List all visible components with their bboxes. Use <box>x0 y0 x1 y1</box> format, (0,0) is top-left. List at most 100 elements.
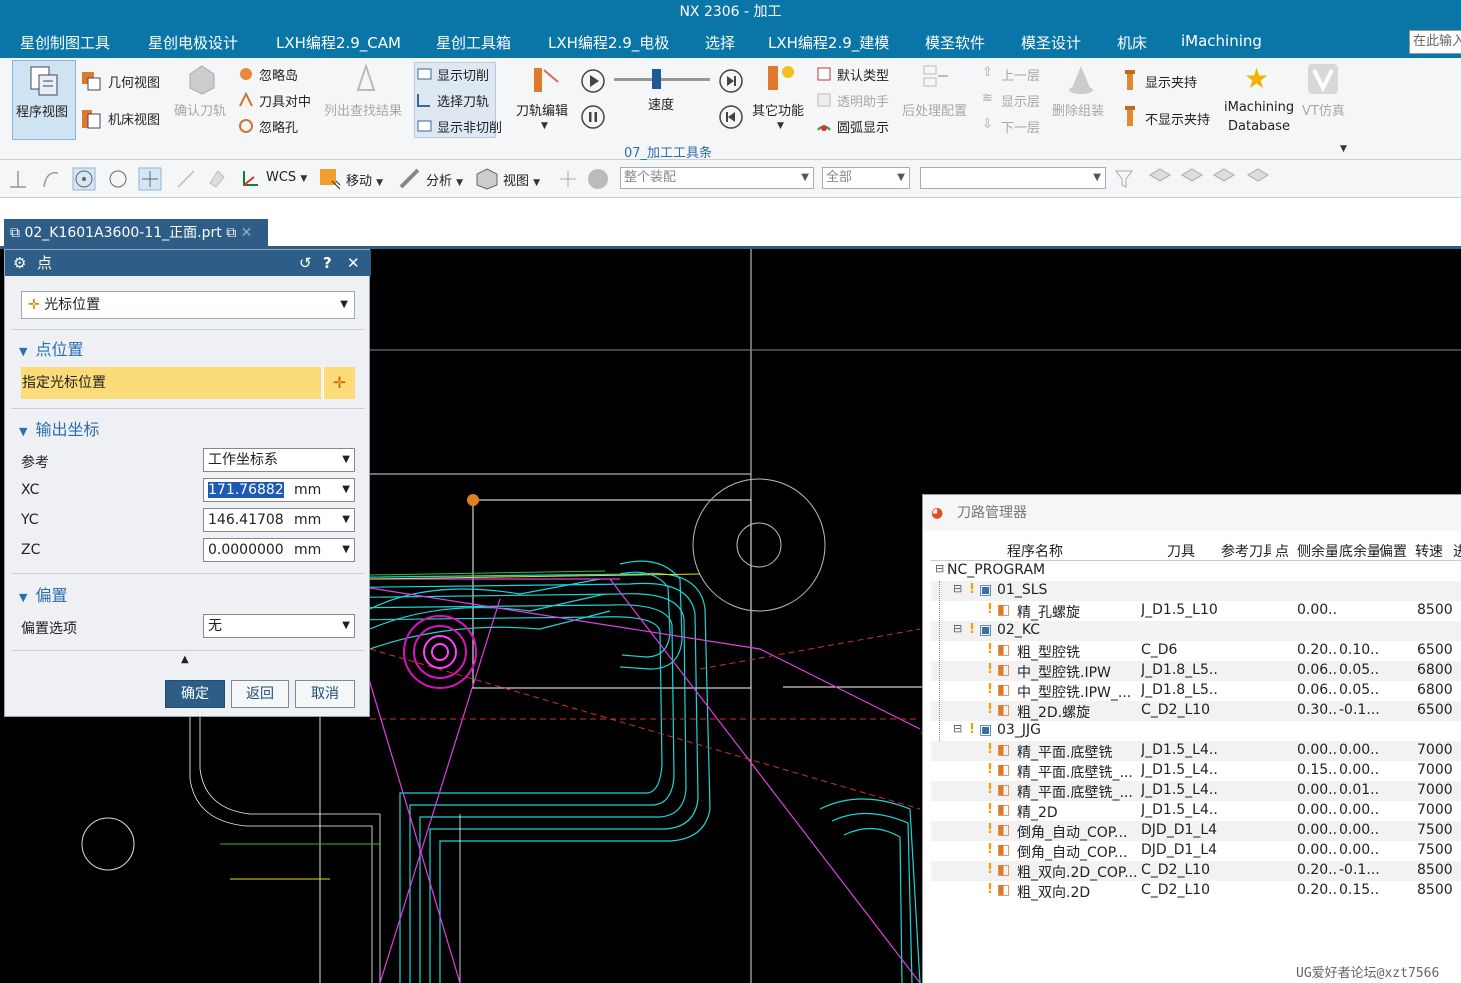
menu-item-lxh-electrode[interactable]: LXH编程2.9_电极 <box>548 32 669 53</box>
show-cut-button[interactable]: 显示切削 <box>437 65 489 84</box>
offset-option-select[interactable]: 无 ▼ <box>203 614 355 638</box>
help-icon[interactable]: ? <box>323 250 332 276</box>
imachining-db-button[interactable]: iMachining <box>1224 100 1294 115</box>
menu-item-xc-drafting[interactable]: 星创制图工具 <box>20 32 110 53</box>
close-tab-icon[interactable]: ✕ <box>241 225 253 241</box>
menu-item-mosheng-software[interactable]: 模圣软件 <box>925 32 985 53</box>
operation-row[interactable]: ! ◧ 粗_双向.2D C_D2_L10 0.20.. 0.15.. 8500 <box>931 881 1461 901</box>
cursor-pick-button[interactable]: ✛ <box>323 367 355 399</box>
level-up-button[interactable]: 上一层 <box>1001 65 1040 84</box>
analysis-menu[interactable]: 分析 ▼ <box>426 170 463 189</box>
program-group-row[interactable]: ⊟! ▣ 03_JJG <box>931 721 1461 741</box>
section-point-location[interactable]: ▼ 点位置 <box>19 336 83 360</box>
col-tool[interactable]: 刀具 <box>1167 541 1207 561</box>
operation-row[interactable]: ! ◧ 精_孔螺旋 J_D1.5_L10 0.00.. 8500 <box>931 601 1461 621</box>
step-back-icon[interactable] <box>718 104 744 130</box>
view-menu[interactable]: 视图 ▼ <box>503 170 540 189</box>
file-tab[interactable]: ⧉ 02_K1601A3600-11_正面.prt ⧉ ✕ <box>4 219 268 247</box>
operation-row[interactable]: ! ◧ 精_平面.底壁铣 J_D1.5_L4... 0.00.. 0.00.. 7000 <box>931 741 1461 761</box>
vt-sim-button[interactable]: VT仿真 <box>1302 100 1345 119</box>
operation-row[interactable]: ! ◧ 精_2D J_D1.5_L4... 0.00.. 0.00.. 7000 <box>931 801 1461 821</box>
cursor-point-icon[interactable] <box>138 167 162 191</box>
expand-toggle-icon[interactable]: ⊟ <box>953 622 962 635</box>
specify-cursor-row[interactable]: 指定光标位置 <box>21 367 321 399</box>
menu-item-xc-electrode[interactable]: 星创电极设计 <box>148 32 238 53</box>
transparent-helper-button[interactable]: 透明助手 <box>837 91 889 110</box>
menu-item-lxh-cam[interactable]: LXH编程2.9_CAM <box>276 32 401 53</box>
ribbon-more-dropdown[interactable]: ▼ <box>1340 144 1347 154</box>
speed-slider[interactable] <box>614 78 710 81</box>
assembly-filter-select[interactable]: 整个装配 ▼ <box>620 167 814 189</box>
zc-input[interactable]: 0.0000000 mm ▼ <box>203 538 355 562</box>
confirm-toolpath-button[interactable]: 确认刀轨 <box>174 100 226 119</box>
play-icon[interactable] <box>580 68 606 94</box>
collapse-more-icon[interactable]: ▲ <box>181 654 189 665</box>
section-offset[interactable]: ▼ 偏置 <box>19 582 67 606</box>
quadrant-icon[interactable] <box>106 167 130 191</box>
line-icon[interactable] <box>174 167 198 191</box>
operation-row[interactable]: ! ◧ 粗_型腔铣 C_D6 0.20.. 0.10.. 6500 <box>931 641 1461 661</box>
expand-toggle-icon[interactable]: ⊟ <box>935 562 944 575</box>
point-type-select[interactable]: ✛ 光标位置 ▼ <box>21 291 355 319</box>
operation-row[interactable]: ! ◧ 粗_2D.螺旋 C_D2_L10 0.30.. -0.1... 6500 <box>931 701 1461 721</box>
postprocess-config-button[interactable]: 后处理配置 <box>902 100 967 119</box>
xc-input[interactable]: 171.76882 mm ▼ <box>203 478 355 502</box>
ok-button[interactable]: 确定 <box>165 680 225 708</box>
expand-toggle-icon[interactable]: ⊟ <box>953 722 962 735</box>
popout-icon[interactable]: ⧉ <box>226 225 236 241</box>
back-button[interactable]: 返回 <box>231 680 289 708</box>
toolpath-edit-dropdown[interactable]: ▼ <box>541 121 548 131</box>
select-all-icon[interactable] <box>1148 167 1172 191</box>
yc-input[interactable]: 146.41708 mm ▼ <box>203 508 355 532</box>
menu-item-mosheng-design[interactable]: 模圣设计 <box>1021 32 1081 53</box>
geometry-view-button[interactable]: 几何视图 <box>108 72 160 91</box>
reference-select[interactable]: 工作坐标系 ▼ <box>203 448 355 472</box>
operation-row[interactable]: ! ◧ 精_平面.底壁铣_... J_D1.5_L4... 0.15.. 0.00.. 70… <box>931 761 1461 781</box>
program-group-row[interactable]: ⊟! ▣ 01_SLS <box>931 581 1461 601</box>
operation-row[interactable]: ! ◧ 倒角_自动_COP... DJD_D1_L4 0.00.. 0.00.. 7500 <box>931 841 1461 861</box>
curve-icon[interactable] <box>40 167 64 191</box>
section-output-coords[interactable]: ▼ 输出坐标 <box>19 416 99 440</box>
select-toolpath-button[interactable]: 选择刀轨 <box>437 91 489 110</box>
tool-align-button[interactable]: 刀具对中 <box>259 91 311 110</box>
hide-fixture-button[interactable]: 不显示夹持 <box>1145 109 1210 128</box>
operation-row[interactable]: ! ◧ 精_平面.底壁铣_... J_D1.5_L4... 0.00.. 0.01.. 70… <box>931 781 1461 801</box>
menu-item-machine[interactable]: 机床 <box>1117 32 1147 53</box>
menu-item-xc-toolbox[interactable]: 星创工具箱 <box>436 32 511 53</box>
gear-icon[interactable]: ⚙ <box>13 250 26 276</box>
type-filter-select[interactable]: 全部 ▼ <box>822 167 910 189</box>
select-body-icon[interactable] <box>1212 167 1236 191</box>
col-program-name[interactable]: 程序名称 <box>1007 541 1137 561</box>
col-side-stock[interactable]: 侧余量 <box>1297 541 1337 561</box>
machine-view-button[interactable]: 机床视图 <box>108 109 160 128</box>
select-component-icon[interactable] <box>1246 167 1270 191</box>
eraser-icon[interactable] <box>204 167 228 191</box>
wcs-menu[interactable]: WCS ▼ <box>266 170 307 185</box>
program-group-row[interactable]: ⊟! ▣ 02_KC <box>931 621 1461 641</box>
ignore-hole-button[interactable]: 忽略孔 <box>259 117 298 136</box>
filter-reset-icon[interactable] <box>1114 167 1138 191</box>
layer-filter-select[interactable]: ▼ <box>920 167 1106 189</box>
delete-assembly-button[interactable]: 删除组装 <box>1052 100 1104 119</box>
toolpath-edit-button[interactable]: 刀轨编辑 <box>516 100 568 119</box>
col-feed[interactable]: 进 <box>1453 541 1461 561</box>
operation-row[interactable]: ! ◧ 粗_双向.2D_COP... C_D2_L10 0.20.. -0.1... 850… <box>931 861 1461 881</box>
show-fixture-button[interactable]: 显示夹持 <box>1145 72 1197 91</box>
level-down-button[interactable]: 下一层 <box>1001 117 1040 136</box>
cancel-button[interactable]: 取消 <box>295 680 355 708</box>
list-results-button[interactable]: 列出查找结果 <box>324 100 402 119</box>
menu-item-select[interactable]: 选择 <box>705 32 735 53</box>
show-noncut-button[interactable]: 显示非切削 <box>437 117 502 136</box>
col-offset[interactable]: 偏置 <box>1379 541 1413 561</box>
reset-icon[interactable]: ↺ <box>299 250 312 276</box>
other-functions-dropdown[interactable]: ▼ <box>777 121 784 131</box>
snap-icon[interactable] <box>556 167 580 191</box>
menu-item-imachining[interactable]: iMachining <box>1181 32 1262 50</box>
col-floor-stock[interactable]: 底余量 <box>1339 541 1379 561</box>
axis-icon[interactable] <box>6 167 30 191</box>
other-functions-button[interactable]: 其它功能 <box>752 100 804 119</box>
speed-slider-handle[interactable] <box>652 69 661 89</box>
select-feature-icon[interactable] <box>1180 167 1204 191</box>
shade-icon[interactable] <box>586 167 610 191</box>
col-speed[interactable]: 转速 <box>1415 541 1449 561</box>
